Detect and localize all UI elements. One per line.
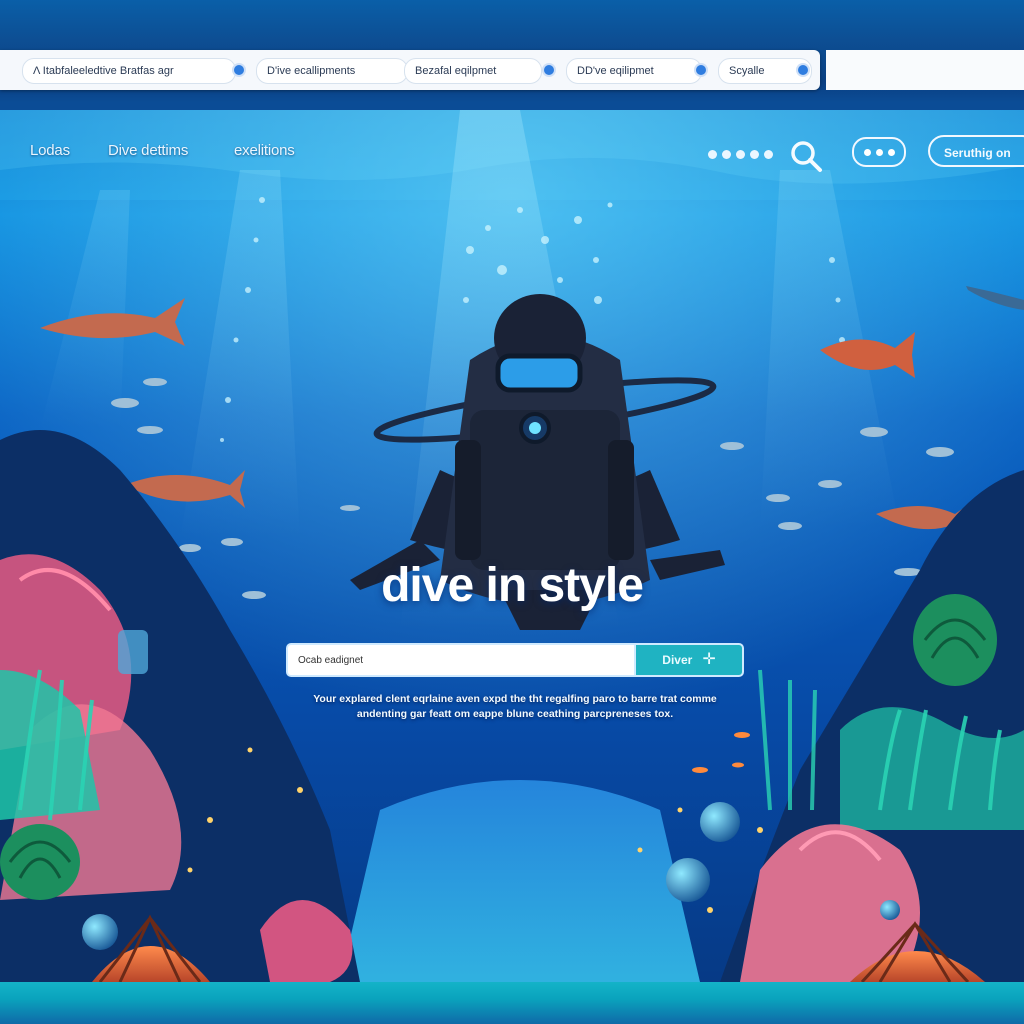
- nav-link-3[interactable]: exelitions: [234, 142, 295, 159]
- dot-icon: [234, 65, 244, 75]
- tab-label: Bezafal eqilpmet: [415, 65, 497, 77]
- tab-label: Scyalle: [729, 65, 765, 77]
- nav-dots-icon: [708, 150, 778, 162]
- tab-bar: Λ Itabfaleeledtive Bratfas agr D'ive eca…: [0, 50, 1024, 94]
- tab-2[interactable]: D'ive ecallipments: [256, 58, 408, 84]
- tab-strip: Λ Itabfaleeledtive Bratfas agr D'ive eca…: [0, 50, 820, 90]
- footer-strip: [0, 982, 1024, 1024]
- hero-description: Your explared clent eqrlaine aven expd t…: [313, 693, 717, 720]
- dive-button-label: Diver: [662, 653, 693, 667]
- dot-icon: [798, 65, 808, 75]
- tab-strip-empty: [826, 50, 1024, 90]
- search-input[interactable]: [286, 643, 634, 677]
- tab-3[interactable]: Bezafal eqilpmet: [404, 58, 542, 84]
- tab-label: DD've eqilipmet: [577, 65, 654, 77]
- cta-button[interactable]: Seruthig on: [928, 135, 1024, 167]
- tab-4[interactable]: DD've eqilipmet: [566, 58, 702, 84]
- tab-label: D'ive ecallipments: [267, 65, 356, 77]
- dot-icon: [696, 65, 706, 75]
- tab-label: Λ Itabfaleeledtive Bratfas agr: [33, 65, 174, 77]
- nav-link-2[interactable]: Dive dettims: [108, 142, 188, 159]
- plus-icon: ✛: [702, 651, 716, 668]
- dot-icon: [544, 65, 554, 75]
- more-dots-icon[interactable]: [852, 137, 906, 167]
- browser-window: Λ Itabfaleeledtive Bratfas agr D'ive eca…: [0, 0, 1024, 1024]
- dive-button[interactable]: Diver ✛: [634, 643, 744, 677]
- underwater-scene: [0, 110, 1024, 982]
- hero-title: dive in style: [381, 559, 644, 612]
- hero-search-bar: Diver ✛: [286, 643, 744, 677]
- dive-landing-page: Lodas Dive dettims exelitions Seruthig o…: [0, 110, 1024, 982]
- search-icon[interactable]: [788, 138, 824, 174]
- tab-1[interactable]: Λ Itabfaleeledtive Bratfas agr: [22, 58, 236, 84]
- nav-link-1[interactable]: Lodas: [30, 142, 70, 159]
